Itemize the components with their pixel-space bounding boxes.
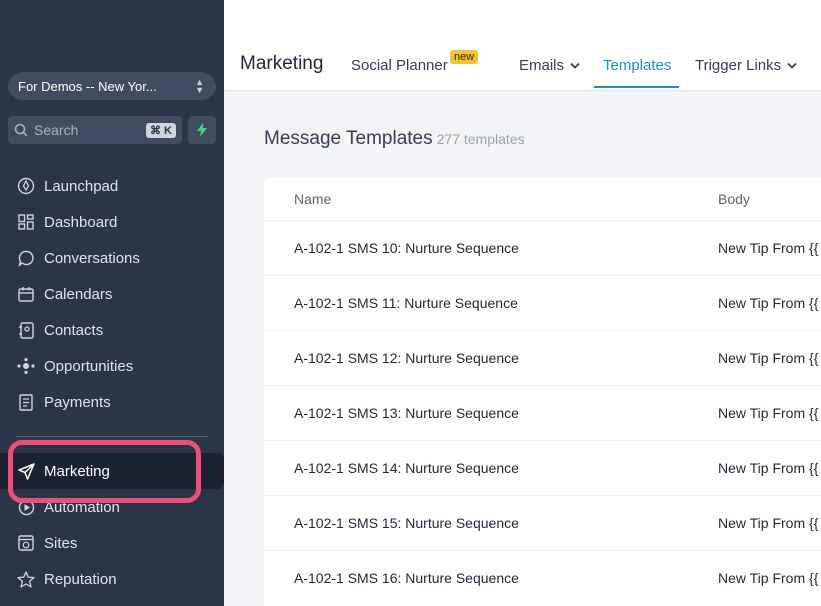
sidebar-item-label: Payments: [44, 393, 111, 411]
calendar-icon: [16, 284, 36, 304]
section-title: Message Templates: [264, 128, 433, 149]
highlight-annotation: [8, 440, 201, 503]
tab-label: Social Planner: [351, 57, 448, 74]
sidebar-item-reputation[interactable]: Reputation: [0, 561, 224, 597]
section-heading: Message Templates 277 templates: [264, 128, 525, 150]
grid-icon: [16, 212, 36, 232]
sidebar-item-calendars[interactable]: Calendars: [0, 276, 224, 312]
new-badge: new: [450, 50, 479, 64]
sidebar-item-conversations[interactable]: Conversations: [0, 240, 224, 276]
sites-icon: [16, 533, 36, 553]
template-name[interactable]: A-102-1 SMS 10: Nurture Sequence: [294, 240, 519, 256]
column-header-name[interactable]: Name: [294, 191, 331, 207]
tab-social-planner[interactable]: Social Planner: [351, 57, 448, 74]
template-body: New Tip From {{: [718, 295, 819, 311]
template-body: New Tip From {{: [718, 240, 819, 256]
sidebar-item-label: Sites: [44, 534, 78, 552]
sidebar-item-contacts[interactable]: Contacts: [0, 312, 224, 348]
account-switcher[interactable]: For Demos -- New Yor... ▲ ▼: [8, 72, 216, 100]
search-placeholder: Search: [34, 122, 79, 138]
sidebar-item-dashboard[interactable]: Dashboard: [0, 204, 224, 240]
sidebar: For Demos -- New Yor... ▲ ▼ Search ⌘ K La…: [0, 0, 224, 606]
sidebar-item-payments[interactable]: Payments: [0, 384, 224, 420]
active-tab-indicator: [594, 86, 679, 88]
sidebar-item-label: Opportunities: [44, 357, 134, 375]
table-row[interactable]: A-102-1 SMS 13: Nurture Sequence New Tip…: [264, 385, 821, 440]
opportunities-icon: [16, 356, 36, 376]
page-title: Marketing: [240, 53, 324, 74]
sidebar-item-opportunities[interactable]: Opportunities: [0, 348, 224, 384]
sidebar-item-label: Contacts: [44, 321, 104, 339]
template-name[interactable]: A-102-1 SMS 16: Nurture Sequence: [294, 570, 519, 586]
table-row[interactable]: A-102-1 SMS 14: Nurture Sequence New Tip…: [264, 440, 821, 495]
chevron-down-icon: [570, 62, 580, 69]
table-row[interactable]: A-102-1 SMS 11: Nurture Sequence New Tip…: [264, 275, 821, 330]
search-input[interactable]: Search ⌘ K: [8, 116, 182, 144]
sidebar-item-label: Calendars: [44, 285, 113, 303]
template-name[interactable]: A-102-1 SMS 15: Nurture Sequence: [294, 515, 519, 531]
sidebar-item-launchpad[interactable]: Launchpad: [0, 168, 224, 204]
top-header: Marketing Social Planner new Emails Temp…: [224, 0, 821, 91]
sidebar-item-sites[interactable]: Sites: [0, 525, 224, 561]
tab-templates[interactable]: Templates: [603, 57, 671, 74]
table-row[interactable]: A-102-1 SMS 10: Nurture Sequence New Tip…: [264, 220, 821, 275]
lightning-icon: [197, 123, 207, 137]
account-name: For Demos -- New Yor...: [18, 78, 157, 94]
rocket-icon: [16, 176, 36, 196]
template-body: New Tip From {{: [718, 460, 819, 476]
star-icon: [16, 569, 36, 589]
sidebar-divider: [16, 436, 208, 437]
sidebar-item-label: Launchpad: [44, 177, 119, 195]
template-name[interactable]: A-102-1 SMS 13: Nurture Sequence: [294, 405, 519, 421]
quick-action-button[interactable]: [188, 116, 216, 144]
search-shortcut: ⌘ K: [146, 122, 176, 138]
template-count: 277 templates: [436, 131, 525, 147]
template-name[interactable]: A-102-1 SMS 12: Nurture Sequence: [294, 350, 519, 366]
sidebar-item-label: Dashboard: [44, 213, 118, 231]
templates-table: Name Body A-102-1 SMS 10: Nurture Sequen…: [264, 178, 821, 606]
template-name[interactable]: A-102-1 SMS 14: Nurture Sequence: [294, 460, 519, 476]
tab-trigger-links[interactable]: Trigger Links: [695, 57, 797, 74]
table-row[interactable]: A-102-1 SMS 12: Nurture Sequence New Tip…: [264, 330, 821, 385]
chevron-updown-icon: ▲ ▼: [195, 77, 204, 95]
contacts-icon: [16, 320, 36, 340]
sidebar-item-label: Reputation: [44, 570, 117, 588]
payments-icon: [16, 392, 36, 412]
chat-icon: [16, 248, 36, 268]
sidebar-item-label: Conversations: [44, 249, 140, 267]
tab-emails[interactable]: Emails: [519, 57, 580, 74]
template-body: New Tip From {{: [718, 570, 819, 586]
table-row[interactable]: A-102-1 SMS 15: Nurture Sequence New Tip…: [264, 495, 821, 550]
template-body: New Tip From {{: [718, 405, 819, 421]
template-body: New Tip From {{: [718, 350, 819, 366]
tab-label: Emails: [519, 57, 565, 74]
template-body: New Tip From {{: [718, 515, 819, 531]
table-row[interactable]: A-102-1 SMS 16: Nurture Sequence New Tip…: [264, 550, 821, 605]
chevron-down-icon: [787, 62, 797, 69]
template-name[interactable]: A-102-1 SMS 11: Nurture Sequence: [294, 295, 518, 311]
tab-label: Templates: [603, 57, 672, 74]
tab-label: Trigger Links: [695, 57, 782, 74]
column-header-body[interactable]: Body: [718, 191, 750, 207]
search-icon: [14, 123, 28, 137]
